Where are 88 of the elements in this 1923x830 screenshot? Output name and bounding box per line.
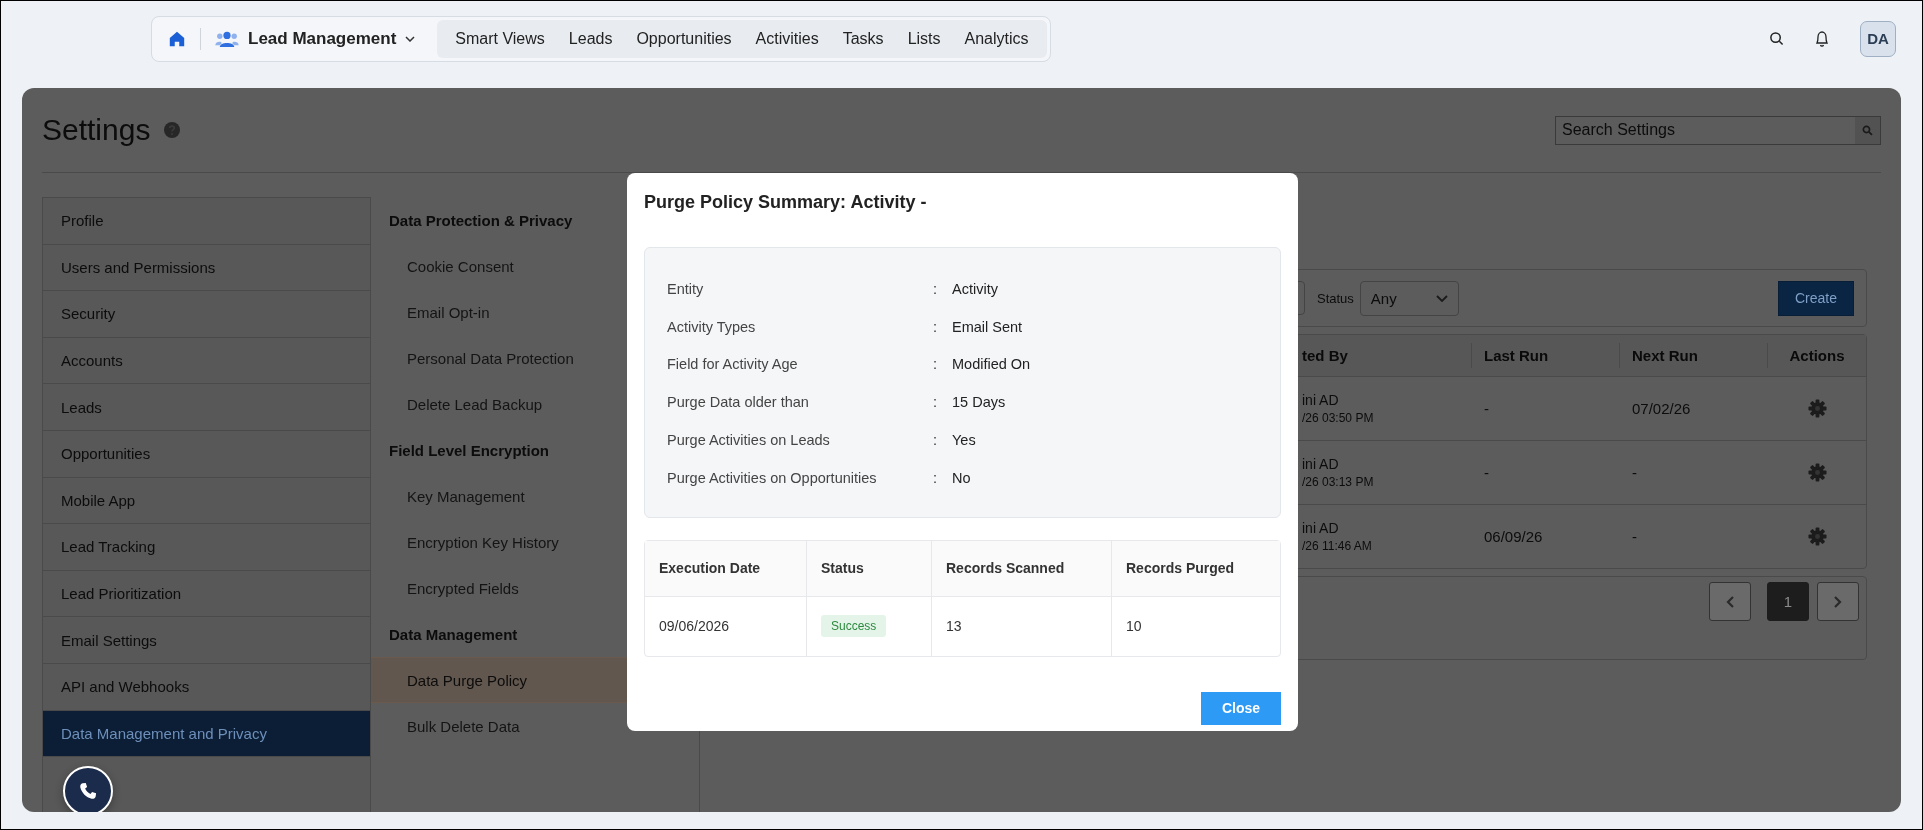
field-value: Modified On: [952, 356, 1031, 373]
field-value: No: [952, 469, 971, 486]
nav-tab[interactable]: Smart Views: [443, 19, 557, 58]
table-cell: ini AD: [1302, 392, 1339, 408]
gear-icon[interactable]: [1807, 463, 1827, 482]
field-value: 15 Days: [952, 394, 1006, 411]
sidebar-item[interactable]: Mobile App: [43, 477, 370, 525]
sidebar-item[interactable]: Email Settings: [43, 617, 370, 664]
column-header: Last Run: [1484, 347, 1549, 364]
app-switcher[interactable]: Lead Management: [215, 28, 416, 49]
field-label: Entity: [667, 280, 705, 297]
section-heading: Data Management: [389, 625, 518, 643]
previous-page-button[interactable]: [1709, 582, 1751, 621]
status-badge: Success: [821, 615, 887, 638]
separator-text: :: [933, 280, 938, 297]
field-value: Yes: [952, 432, 976, 449]
table-cell: /26 11:46 AM: [1302, 539, 1372, 553]
sidebar-item[interactable]: Profile: [43, 198, 370, 245]
separator-text: :: [933, 432, 938, 449]
field-label: Activity Types: [667, 318, 757, 335]
table-cell: -: [1632, 464, 1637, 481]
separator-text: :: [933, 356, 938, 373]
chevron-left-icon: [1726, 595, 1734, 608]
separator-text: :: [933, 394, 938, 411]
create-button[interactable]: Create: [1778, 280, 1854, 316]
filter-label: Status: [1317, 290, 1354, 306]
table-cell: 09/06/2026: [659, 618, 730, 635]
sidebar-item[interactable]: Users and Permissions: [43, 244, 370, 292]
gear-icon[interactable]: [1807, 399, 1827, 418]
chevron-down-icon: [1435, 294, 1448, 302]
table-cell: 06/09/26: [1484, 528, 1543, 545]
page-title: Settings: [42, 113, 151, 147]
home-icon[interactable]: [168, 29, 186, 48]
table-cell: -: [1484, 400, 1489, 417]
bell-icon[interactable]: [1814, 29, 1830, 48]
nav-tab[interactable]: Analytics: [952, 19, 1041, 58]
nav-tab[interactable]: Opportunities: [624, 19, 744, 58]
column-header: Next Run: [1632, 347, 1698, 364]
nav-tab[interactable]: Activities: [743, 19, 831, 58]
column-header: ted By: [1302, 347, 1348, 364]
phone-icon: [79, 782, 97, 800]
column-header: Status: [821, 560, 864, 577]
section-heading: Data Protection & Privacy: [389, 211, 573, 229]
separator-text: :: [933, 318, 938, 335]
gear-icon[interactable]: [1807, 527, 1827, 546]
column-header: Records Scanned: [946, 560, 1065, 577]
sidebar-item[interactable]: Security: [43, 291, 370, 338]
column-header: Actions: [1789, 347, 1845, 364]
field-value: Email Sent: [952, 318, 1023, 335]
nav-tab[interactable]: Leads: [556, 19, 625, 58]
sidebar-item[interactable]: Accounts: [43, 337, 370, 385]
table-cell: -: [1632, 528, 1637, 545]
sidebar-item[interactable]: Lead Tracking: [43, 524, 370, 571]
sidebar-item[interactable]: Lead Prioritization: [43, 570, 370, 618]
table-cell: 07/02/26: [1632, 400, 1691, 417]
close-button[interactable]: Close: [1201, 691, 1281, 725]
table-cell: ini AD: [1302, 456, 1339, 472]
table-cell: -: [1484, 464, 1489, 481]
dialog-title: Purge Policy Summary: Activity -: [644, 191, 928, 214]
page-button[interactable]: 1: [1767, 582, 1809, 621]
chevron-down-icon: [405, 35, 416, 42]
column-header: Records Purged: [1126, 560, 1235, 577]
people-icon: [215, 29, 239, 48]
sidebar-item[interactable]: Opportunities: [43, 430, 370, 478]
section-heading: Field Level Encryption: [389, 441, 550, 459]
sidebar-item[interactable]: API and Webhooks: [43, 663, 370, 711]
table-cell: /26 03:50 PM: [1302, 411, 1374, 425]
column-header: Execution Date: [659, 560, 761, 577]
separator-text: :: [933, 469, 938, 486]
nav-tab[interactable]: Tasks: [830, 19, 896, 58]
field-label: Purge Activities on Leads: [667, 432, 831, 449]
user-avatar[interactable]: DA: [1860, 20, 1896, 57]
table-cell: 13: [946, 618, 962, 635]
table-cell: 10: [1126, 618, 1142, 635]
table-cell: ini AD: [1302, 520, 1339, 536]
help-icon[interactable]: [164, 122, 181, 138]
field-label: Purge Data older than: [667, 394, 810, 411]
status-dropdown[interactable]: Any: [1359, 280, 1459, 316]
field-value: Activity: [952, 280, 998, 297]
sidebar-item[interactable]: Data Management and Privacy: [43, 710, 370, 758]
nav-tab[interactable]: Lists: [895, 19, 953, 58]
table-cell: /26 03:13 PM: [1302, 475, 1374, 489]
chevron-right-icon: [1834, 595, 1842, 608]
next-page-button[interactable]: [1817, 582, 1859, 621]
field-label: Field for Activity Age: [667, 356, 799, 373]
sidebar-item[interactable]: Leads: [43, 384, 370, 431]
field-label: Purge Activities on Opportunities: [667, 469, 878, 486]
search-icon[interactable]: [1769, 31, 1784, 46]
